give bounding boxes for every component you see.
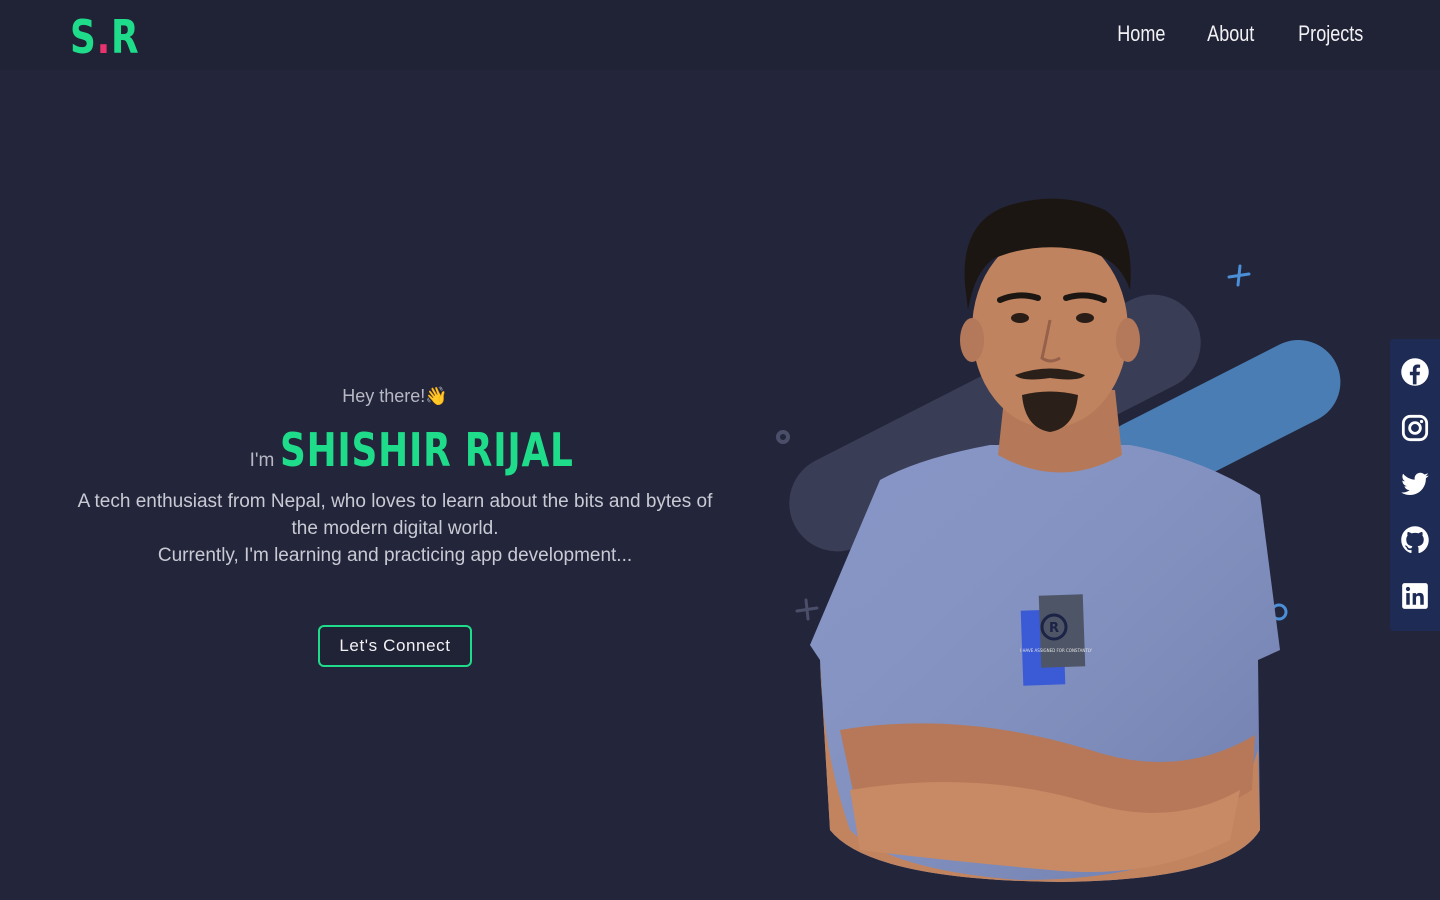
- hero-description: A tech enthusiast from Nepal, who loves …: [70, 488, 720, 569]
- decor-plus-gray: [795, 598, 819, 621]
- site-header: S.R Home About Projects: [0, 0, 1440, 70]
- nav-home[interactable]: Home: [1118, 18, 1166, 50]
- instagram-icon[interactable]: [1398, 411, 1432, 445]
- hero-art: R I HAVE ASSIGNED FOR CONSTANTLY: [760, 190, 1360, 900]
- wave-icon: 👋: [425, 386, 448, 406]
- twitter-icon[interactable]: [1398, 467, 1432, 501]
- social-sidebar: [1390, 339, 1440, 631]
- svg-text:R: R: [1049, 621, 1059, 636]
- nav-about[interactable]: About: [1207, 18, 1254, 50]
- description-line-2: Currently, I'm learning and practicing a…: [157, 545, 633, 566]
- logo-right: R: [111, 10, 140, 64]
- nav-projects[interactable]: Projects: [1298, 18, 1363, 50]
- hero-intro: Hey there!👋 I'm SHISHIR RIJAL A tech ent…: [70, 380, 720, 667]
- shirt-badge-text: I HAVE ASSIGNED FOR CONSTANTLY: [1020, 648, 1092, 653]
- github-icon[interactable]: [1398, 523, 1432, 557]
- logo-dot: .: [96, 10, 112, 64]
- hero-name: SHISHIR RIJAL: [280, 423, 575, 477]
- lets-connect-button[interactable]: Let's Connect: [318, 625, 472, 667]
- main-nav: Home About Projects: [1112, 18, 1370, 50]
- linkedin-icon[interactable]: [1398, 579, 1432, 613]
- name-line: I'm SHISHIR RIJAL: [70, 424, 720, 476]
- decor-plus-blue: [1227, 264, 1251, 287]
- logo[interactable]: S.R: [70, 10, 139, 64]
- greeting: Hey there!👋: [70, 380, 720, 412]
- description-line-1: A tech enthusiast from Nepal, who loves …: [77, 491, 713, 539]
- hero-illustration: R I HAVE ASSIGNED FOR CONSTANTLY: [776, 198, 1341, 882]
- decor-ring-gray: [776, 430, 790, 444]
- greeting-text: Hey there!: [342, 386, 426, 406]
- portrait: R I HAVE ASSIGNED FOR CONSTANTLY: [810, 198, 1280, 882]
- facebook-icon[interactable]: [1398, 355, 1432, 389]
- im-label: I'm: [249, 450, 275, 471]
- logo-left: S: [70, 10, 97, 64]
